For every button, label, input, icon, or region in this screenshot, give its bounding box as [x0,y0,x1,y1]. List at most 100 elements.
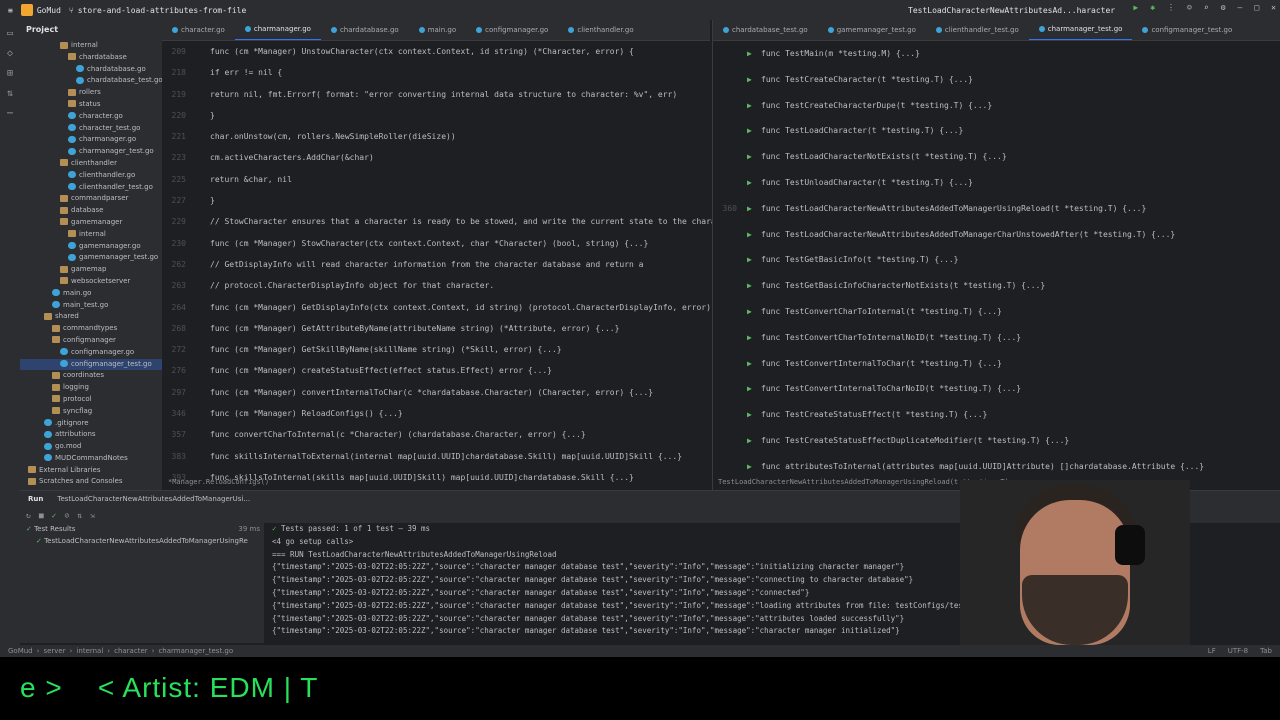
tree-folder[interactable]: gamemanager [20,217,162,229]
tree-folder[interactable]: chardatabase [20,52,162,64]
debug-icon[interactable]: ✱ [1150,3,1155,12]
tree-file[interactable]: attributions [20,429,162,441]
run-test-icon[interactable]: ▶ [747,428,761,454]
tree-file[interactable]: chardatabase.go [20,64,162,76]
user-icon[interactable]: ☺ [1187,3,1192,12]
right-code-area[interactable]: ▶ func TestMain(m *testing.M) {...} ▶ func … [713,41,1280,480]
tree-file[interactable]: MUDCommandNotes [20,453,162,465]
editor-tab[interactable]: configmanager_test.go [1132,20,1242,40]
search-icon[interactable]: ⌕ [1204,3,1209,12]
gutter[interactable] [196,211,210,232]
code-line[interactable]: 297 func (cm *Manager) convertInternalToC… [162,382,710,403]
gutter[interactable] [196,424,210,445]
tree-folder[interactable]: shared [20,311,162,323]
code-line[interactable]: 209 func (cm *Manager) UnstowCharacter(ct… [162,41,710,62]
tree-folder[interactable]: coordinates [20,370,162,382]
status-crumb[interactable]: character [114,647,148,655]
minimize-icon[interactable]: – [1238,3,1243,12]
code-line[interactable]: 223 cm.activeCharacters.AddChar(&char) [162,147,710,168]
toggle-passed-icon[interactable]: ✓ [52,511,57,520]
tree-folder[interactable]: Scratches and Consoles [20,476,162,488]
run-test-icon[interactable]: ▶ [747,402,761,428]
code-line[interactable]: ▶ func TestCreateStatusEffect(t *testing.… [713,402,1280,428]
run-test-icon[interactable]: ▶ [747,144,761,170]
expand-icon[interactable]: ⇲ [90,511,95,520]
code-line[interactable]: ▶ func TestConvertInternalToChar(t *testi… [713,351,1280,377]
tree-folder[interactable]: clienthandler [20,158,162,170]
run-test-icon[interactable]: ▶ [747,67,761,93]
code-line[interactable]: ▶ func attributesToInternal(attributes ma… [713,454,1280,480]
editor-tab[interactable]: character.go [162,20,235,40]
tree-folder[interactable]: commandparser [20,193,162,205]
gutter[interactable] [196,446,210,467]
more-tools-icon[interactable]: ⋯ [4,108,16,120]
project-switcher[interactable]: GoMud [20,4,61,16]
code-line[interactable]: 346 func (cm *Manager) ReloadConfigs() {.… [162,403,710,424]
tree-file[interactable]: charmanager.go [20,134,162,146]
editor-tab[interactable]: clienthandler_test.go [926,20,1029,40]
sort-icon[interactable]: ⇅ [77,511,82,520]
tree-folder[interactable]: logging [20,382,162,394]
run-icon[interactable]: ▶ [1133,3,1138,12]
tree-file[interactable]: go.mod [20,441,162,453]
status-item[interactable]: LF [1208,647,1216,655]
stop-icon[interactable]: ■ [39,511,44,520]
editor-tab[interactable]: main.go [409,20,466,40]
code-line[interactable]: 219 return nil, fmt.Errorf( format: "err… [162,84,710,105]
commit-tool-icon[interactable]: ◇ [4,48,16,60]
test-results-root[interactable]: ✓ Test Results 39 ms [20,523,264,535]
tree-folder[interactable]: protocol [20,394,162,406]
pull-requests-icon[interactable]: ⇅ [4,88,16,100]
code-line[interactable]: ▶ func TestConvertInternalToCharNoID(t *t… [713,376,1280,402]
editor-tab[interactable]: chardatabase_test.go [713,20,818,40]
tree-file[interactable]: gamemanager.go [20,241,162,253]
code-line[interactable]: ▶ func TestConvertCharToInternalNoID(t *t… [713,325,1280,351]
run-test-icon[interactable]: ▶ [747,454,761,480]
code-line[interactable]: 262 // GetDisplayInfo will read character… [162,254,710,275]
tree-file[interactable]: .gitignore [20,418,162,430]
editor-tab[interactable]: configmanager.go [466,20,558,40]
gutter[interactable] [196,190,210,211]
tree-folder[interactable]: internal [20,40,162,52]
gutter[interactable] [196,41,210,62]
tree-folder[interactable]: database [20,205,162,217]
run-panel-title[interactable]: Run [20,495,51,503]
tree-folder[interactable]: websocketserver [20,276,162,288]
run-tab[interactable]: TestLoadCharacterNewAttributesAddedToMan… [51,495,256,503]
tree-folder[interactable]: gamemap [20,264,162,276]
run-test-icon[interactable]: ▶ [747,325,761,351]
status-item[interactable]: Tab [1260,647,1272,655]
code-line[interactable]: ▶ func TestMain(m *testing.M) {...} [713,41,1280,67]
code-line[interactable]: 225 return &char, nil [162,169,710,190]
settings-icon[interactable]: ⚙ [1221,3,1226,12]
tree-file[interactable]: gamemanager_test.go [20,252,162,264]
gutter[interactable] [196,62,210,83]
tree-file[interactable]: clienthandler_test.go [20,182,162,194]
tree-file[interactable]: character.go [20,111,162,123]
code-line[interactable]: ▶ func TestGetBasicInfo(t *testing.T) {..… [713,247,1280,273]
code-line[interactable]: ▶ func TestCreateCharacterDupe(t *testing… [713,93,1280,119]
structure-tool-icon[interactable]: ⊞ [4,68,16,80]
more-icon[interactable]: ⋮ [1167,3,1175,12]
run-test-icon[interactable]: ▶ [747,273,761,299]
code-line[interactable]: ▶ func TestCreateCharacter(t *testing.T) … [713,67,1280,93]
tree-file[interactable]: configmanager.go [20,347,162,359]
tree-file[interactable]: main.go [20,288,162,300]
maximize-icon[interactable]: □ [1254,3,1259,12]
code-line[interactable]: 383 func skillsInternalToExternal(interna… [162,446,710,467]
gutter[interactable] [196,105,210,126]
tree-folder[interactable]: rollers [20,87,162,99]
tree-folder[interactable]: External Libraries [20,465,162,477]
code-line[interactable]: 263 // protocol.CharacterDisplayInfo obje… [162,275,710,296]
tree-file[interactable]: configmanager_test.go [20,358,162,371]
gutter[interactable] [196,233,210,254]
run-test-icon[interactable]: ▶ [747,376,761,402]
gutter[interactable] [196,254,210,275]
code-line[interactable]: 268 func (cm *Manager) GetAttributeByName… [162,318,710,339]
code-line[interactable]: ▶ func TestCreateStatusEffectDuplicateMod… [713,428,1280,454]
run-config-selector[interactable]: TestLoadCharacterNewAttributesAd...harac… [908,6,1115,15]
editor-tab[interactable]: charmanager.go [234,20,321,40]
tree-folder[interactable]: internal [20,229,162,241]
run-test-icon[interactable]: ▶ [747,118,761,144]
close-icon[interactable]: ✕ [1271,3,1276,12]
